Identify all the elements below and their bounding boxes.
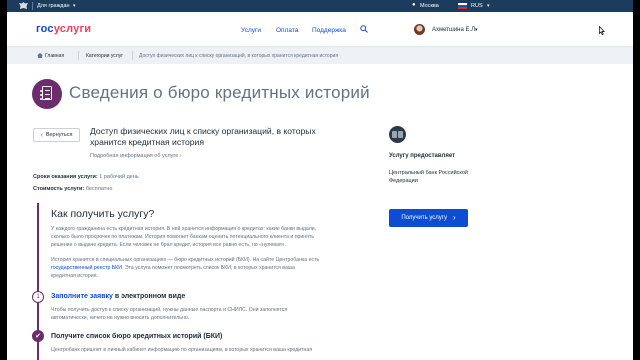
home-icon — [37, 53, 43, 58]
step-title: Заполните заявку в электронном виде — [51, 293, 186, 300]
service-term: Сроки оказания услуги: 1 рабочий день — [33, 174, 139, 180]
howto-title: Как получить услугу? — [51, 208, 155, 220]
checkmark-icon: ✔ — [32, 330, 44, 342]
service-details-link[interactable]: Подробная информация об услуге › — [90, 153, 182, 159]
provider-label: Услугу предоставляет — [389, 153, 456, 159]
gosuslugi-logo[interactable]: госуслуги — [36, 23, 91, 35]
howto-paragraph: У каждого гражданина есть кредитная исто… — [51, 226, 317, 248]
howto-paragraph: История хранится в специальных организац… — [51, 257, 320, 279]
audience-selector[interactable]: Для граждан — [37, 3, 70, 9]
nav-payment[interactable]: Оплата — [276, 27, 298, 34]
location-pin-icon: ● — [412, 2, 416, 8]
nav-services[interactable]: Услуги — [241, 27, 261, 34]
language-selector[interactable]: RUS — [471, 3, 483, 9]
top-bar: Для граждан ▾ ● Москва RUS ▾ — [7, 0, 633, 12]
search-icon[interactable] — [360, 25, 368, 33]
site-header: госуслуги Услуги Оплата Поддержка Ахметш… — [7, 12, 633, 47]
step-description: Центробанк пришлет в личный кабинет инфо… — [51, 347, 313, 353]
breadcrumb-current: Доступ физических лиц к списку организац… — [139, 53, 339, 59]
russian-flag-icon — [458, 3, 467, 9]
nav-support[interactable]: Поддержка — [312, 27, 346, 34]
back-button-label: Вернуться — [45, 132, 73, 138]
avatar[interactable] — [414, 24, 425, 35]
chevron-down-icon: ▾ — [73, 3, 76, 9]
breadcrumb-categories[interactable]: Категории услуг — [86, 53, 123, 59]
chevron-down-icon[interactable]: ▾ — [475, 27, 478, 33]
document-list-icon — [32, 79, 62, 109]
chevron-right-icon: › — [179, 153, 182, 159]
fill-application-link[interactable]: Заполните заявку — [51, 293, 113, 300]
breadcrumb-home[interactable]: Главная — [45, 53, 64, 59]
step-description: Чтобы получить доступ к списку организац… — [51, 307, 288, 321]
service-title: Доступ физических лиц к списку организац… — [90, 126, 316, 147]
bki-registry-link[interactable]: государственный реестр БКИ — [51, 265, 122, 271]
mouse-cursor-icon — [599, 26, 605, 35]
chevron-down-icon: ▾ — [487, 3, 490, 9]
coat-of-arms-icon — [19, 2, 28, 9]
service-cost: Стоимость услуги: бесплатно — [33, 186, 113, 192]
breadcrumb-divider — [78, 51, 79, 60]
central-bank-emblem-icon — [389, 126, 406, 143]
provider-name: Центральный банк Российской Федерации — [389, 170, 469, 184]
breadcrumb-divider — [132, 51, 133, 60]
top-bar-divider — [32, 2, 33, 10]
chevron-left-icon: ‹ — [40, 131, 43, 139]
chevron-right-icon: › — [453, 213, 456, 222]
city-selector[interactable]: Москва — [420, 3, 439, 9]
back-button[interactable]: ‹ Вернуться — [33, 128, 80, 142]
step-number-badge: 1 — [32, 291, 44, 303]
page-title: Сведения о бюро кредитных историй — [69, 83, 370, 102]
step-title: Получите список бюро кредитных историй (… — [51, 333, 223, 340]
get-service-button[interactable]: Получить услугу › — [389, 209, 468, 227]
breadcrumb: Главная Категории услуг Доступ физически… — [7, 47, 633, 64]
browser-page: Для граждан ▾ ● Москва RUS ▾ госуслуги У… — [7, 0, 633, 360]
get-service-label: Получить услугу — [401, 215, 447, 221]
screen: Для граждан ▾ ● Москва RUS ▾ госуслуги У… — [0, 0, 640, 360]
user-name[interactable]: Ахметшина Е.Л. — [432, 27, 477, 33]
